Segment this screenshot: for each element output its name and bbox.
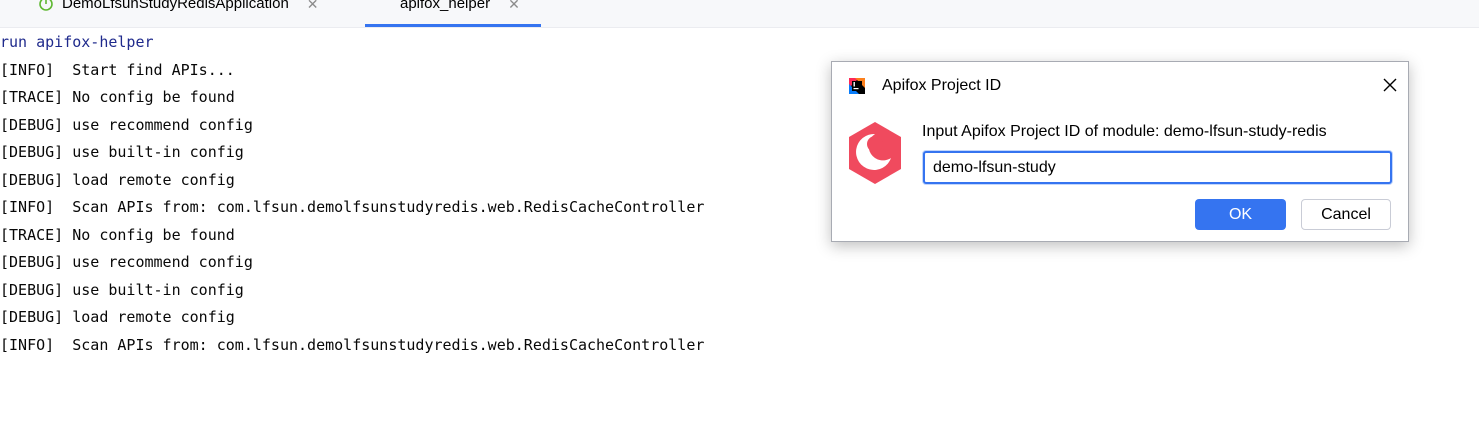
ok-button[interactable]: OK — [1195, 199, 1286, 230]
dialog-title: Apifox Project ID — [882, 77, 1002, 94]
close-icon[interactable]: ✕ — [307, 0, 319, 13]
run-tab-bar: DemoLfsunStudyRedisApplication ✕ apifox_… — [0, 0, 1479, 28]
spring-boot-icon — [39, 0, 53, 11]
dialog-prompt: Input Apifox Project ID of module: demo-… — [922, 123, 1327, 140]
close-icon[interactable]: ✕ — [508, 0, 520, 13]
tab-label: DemoLfsunStudyRedisApplication — [62, 0, 289, 12]
console-line: [DEBUG] use built-in config — [0, 280, 244, 299]
apifox-logo-icon — [849, 122, 901, 184]
close-icon[interactable] — [1381, 76, 1399, 94]
dialog-titlebar[interactable]: Apifox Project ID — [832, 62, 1408, 112]
tab-label: apifox_helper — [400, 0, 491, 12]
cancel-button[interactable]: Cancel — [1301, 199, 1391, 230]
apifox-project-id-dialog: Apifox Project ID Input Apifox Project I… — [831, 61, 1409, 242]
intellij-icon — [849, 78, 865, 94]
tab-apifox-helper[interactable]: apifox_helper ✕ — [365, 0, 541, 27]
console-line: run apifox-helper — [0, 33, 154, 51]
tab-demo-application[interactable]: DemoLfsunStudyRedisApplication ✕ — [38, 0, 358, 27]
console-line: [INFO] Scan APIs from: com.lfsun.demolfs… — [0, 335, 705, 354]
project-id-input[interactable] — [923, 151, 1392, 184]
console-line: [DEBUG] use recommend config — [0, 253, 253, 271]
console-line: [DEBUG] load remote config — [0, 308, 235, 326]
